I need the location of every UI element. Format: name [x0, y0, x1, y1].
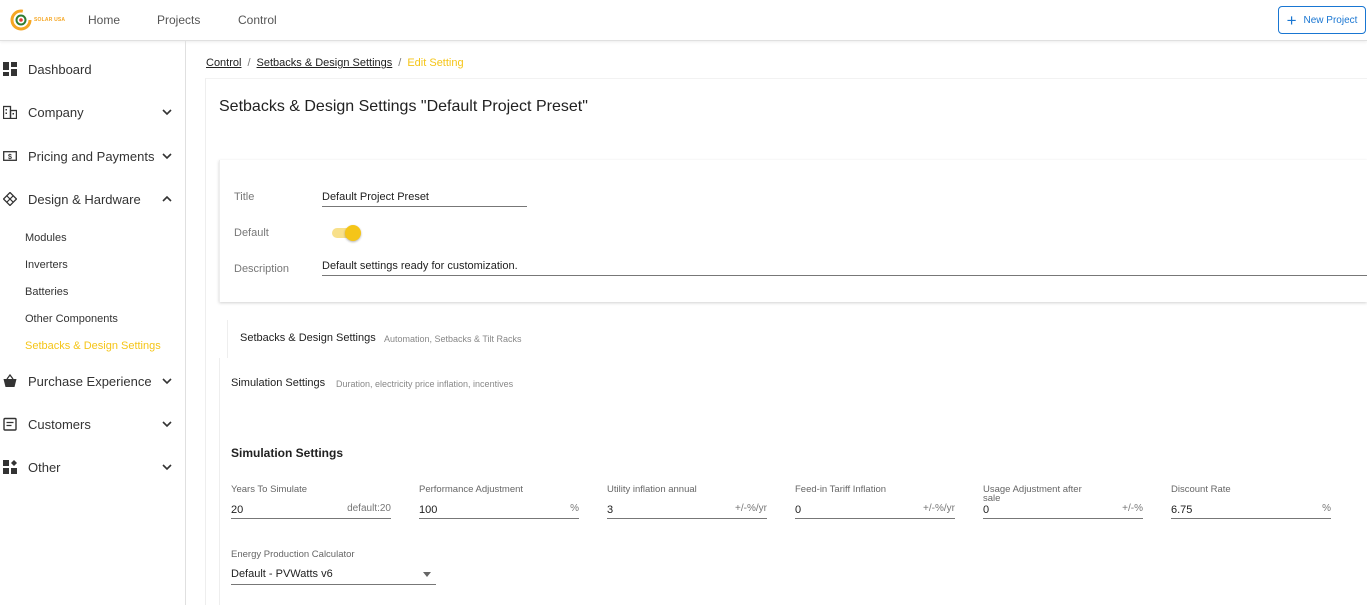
- feed-in-tariff-input[interactable]: 0 +/-%/yr: [795, 501, 955, 519]
- logo-text: SOLAR USA: [34, 17, 66, 23]
- field-value: 100: [419, 504, 438, 516]
- field-unit: +/-%/yr: [735, 503, 767, 514]
- chevron-down-icon: [162, 109, 172, 116]
- title-input[interactable]: Default Project Preset: [322, 191, 527, 207]
- simulation-section-title[interactable]: Simulation Settings: [231, 377, 325, 389]
- solar-logo-icon: [10, 9, 32, 31]
- simulation-section-subtitle: Duration, electricity price inflation, i…: [336, 379, 514, 389]
- energy-calculator-select[interactable]: Default - PVWatts v6: [231, 565, 436, 585]
- field-unit: %: [1322, 503, 1331, 514]
- sidebar-item-other[interactable]: Other: [0, 453, 186, 481]
- nav-home[interactable]: Home: [88, 13, 120, 27]
- performance-adjustment-input[interactable]: 100 %: [419, 501, 579, 519]
- simulation-heading: Simulation Settings: [231, 446, 344, 460]
- breadcrumb-current: Edit Setting: [407, 57, 464, 69]
- sidebar-item-company[interactable]: Company: [0, 98, 186, 126]
- plus-icon: +: [1286, 10, 1297, 30]
- sidebar-label: Design & Hardware: [28, 191, 141, 207]
- usage-adjustment-input[interactable]: 0 +/-%: [983, 501, 1143, 519]
- utility-inflation-label: Utility inflation annual: [607, 484, 697, 495]
- sidebar-subitem-modules[interactable]: Modules: [25, 232, 67, 244]
- breadcrumb-setbacks[interactable]: Setbacks & Design Settings: [257, 57, 393, 69]
- sidebar-label: Pricing and Payments: [28, 148, 155, 164]
- performance-adjustment-label: Performance Adjustment: [419, 484, 524, 495]
- sidebar-subitem-batteries[interactable]: Batteries: [25, 286, 68, 298]
- utility-inflation-input[interactable]: 3 +/-%/yr: [607, 501, 767, 519]
- breadcrumb: Control / Setbacks & Design Settings / Edit …: [206, 57, 464, 69]
- sidebar-subitem-setbacks[interactable]: Setbacks & Design Settings: [25, 340, 161, 352]
- default-label: Default: [234, 227, 269, 239]
- field-unit: +/-%: [1122, 503, 1143, 514]
- field-value: 0: [795, 504, 802, 516]
- chevron-down-icon: [162, 153, 172, 160]
- field-value: 20: [231, 504, 244, 516]
- sidebar-label: Purchase Experience: [28, 373, 152, 389]
- field-value: 3: [607, 504, 614, 516]
- new-project-button[interactable]: + New Project: [1278, 6, 1366, 34]
- sidebar-item-purchase[interactable]: Purchase Experience: [0, 367, 186, 395]
- dropdown-arrow-icon: [423, 572, 431, 577]
- nav-control[interactable]: Control: [238, 13, 277, 27]
- sidebar-label: Customers: [28, 416, 91, 432]
- widgets-icon: [3, 460, 17, 474]
- sidebar-label: Dashboard: [28, 61, 92, 77]
- top-bar: SOLAR USA Home Projects Control + New Pr…: [0, 0, 1367, 41]
- sidebar-subitem-inverters[interactable]: Inverters: [25, 259, 68, 271]
- page-title: Setbacks & Design Settings "Default Proj…: [219, 98, 588, 115]
- svg-text:$: $: [8, 154, 12, 161]
- breadcrumb-separator: /: [398, 57, 402, 69]
- chevron-down-icon: [162, 464, 172, 471]
- field-unit: default:20: [347, 503, 391, 514]
- sidebar-item-customers[interactable]: Customers: [0, 410, 186, 438]
- sidebar-item-pricing[interactable]: $ Pricing and Payments: [0, 142, 186, 170]
- field-unit: +/-%/yr: [923, 503, 955, 514]
- solar-panel-icon: [3, 192, 17, 206]
- description-input[interactable]: Default settings ready for customization…: [322, 260, 1367, 276]
- new-project-label: New Project: [1303, 14, 1358, 26]
- nav-projects[interactable]: Projects: [157, 13, 200, 27]
- field-value: 6.75: [1171, 504, 1193, 516]
- preset-card: [219, 160, 1367, 302]
- setbacks-section-subtitle: Automation, Setbacks & Tilt Racks: [384, 334, 522, 344]
- chevron-up-icon: [162, 195, 172, 202]
- energy-calculator-label: Energy Production Calculator: [231, 549, 355, 560]
- feed-in-tariff-label: Feed-in Tariff Inflation: [795, 484, 887, 495]
- description-label: Description: [234, 263, 290, 275]
- chevron-down-icon: [162, 378, 172, 385]
- discount-rate-label: Discount Rate: [1171, 484, 1231, 495]
- money-icon: $: [3, 151, 17, 161]
- field-unit: %: [570, 503, 579, 514]
- breadcrumb-separator: /: [247, 57, 251, 69]
- logo[interactable]: SOLAR USA: [10, 9, 65, 31]
- default-toggle-knob[interactable]: [345, 225, 361, 241]
- sidebar-label: Company: [28, 104, 84, 120]
- breadcrumb-control[interactable]: Control: [206, 57, 241, 69]
- sidebar-label: Other: [28, 459, 61, 475]
- discount-rate-input[interactable]: 6.75 %: [1171, 501, 1331, 519]
- building-icon: [3, 105, 17, 119]
- field-value: 0: [983, 504, 990, 516]
- title-label: Title: [234, 191, 255, 203]
- years-to-simulate-label: Years To Simulate: [231, 484, 308, 495]
- chevron-down-icon: [162, 421, 172, 428]
- sidebar-item-dashboard[interactable]: Dashboard: [0, 55, 186, 83]
- sidebar-subitem-other-components[interactable]: Other Components: [25, 313, 118, 325]
- years-to-simulate-input[interactable]: 20 default:20: [231, 501, 391, 519]
- clipboard-icon: [3, 417, 17, 431]
- dashboard-icon: [3, 62, 17, 76]
- basket-icon: [3, 374, 17, 387]
- select-value: Default - PVWatts v6: [231, 568, 333, 580]
- sidebar-item-design[interactable]: Design & Hardware: [0, 185, 186, 213]
- setbacks-section-title[interactable]: Setbacks & Design Settings: [240, 332, 376, 344]
